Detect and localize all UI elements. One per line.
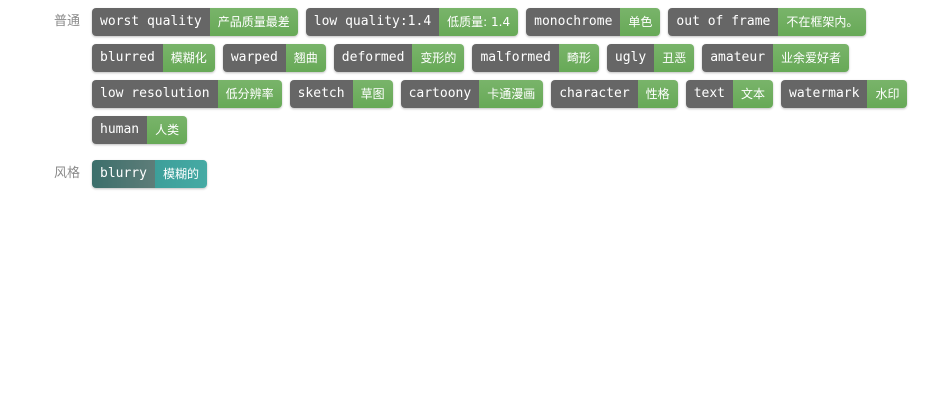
tag-list-style: blurry 模糊的 — [92, 160, 922, 188]
prompt-tag-english: warped — [222, 44, 286, 72]
prompt-tag-chinese: 性格 — [637, 80, 678, 108]
prompt-tag-english: human — [92, 116, 148, 144]
prompt-tag-english: watermark — [781, 80, 868, 108]
prompt-tag[interactable]: text 文本 — [685, 80, 774, 108]
group-label-style: 风格 — [53, 166, 80, 181]
prompt-tag-english: malformed — [472, 44, 559, 72]
prompt-tag-chinese: 人类 — [147, 116, 188, 144]
prompt-tag-chinese: 不在框架内。 — [778, 8, 867, 36]
prompt-tag[interactable]: blurred 模糊化 — [92, 44, 215, 72]
group-label-general: 普通 — [53, 14, 80, 29]
prompt-tag-english: text — [685, 80, 733, 108]
prompt-tag-chinese: 业余爱好者 — [773, 44, 850, 72]
prompt-tag[interactable]: low quality:1.4 低质量: 1.4 — [305, 8, 519, 36]
prompt-tag[interactable]: cartoony 卡通漫画 — [400, 80, 544, 108]
prompt-tag[interactable]: worst quality 产品质量最差 — [92, 8, 298, 36]
prompt-tag-chinese: 畸形 — [558, 44, 599, 72]
prompt-tag-english: amateur — [702, 44, 774, 72]
prompt-tag[interactable]: watermark 水印 — [781, 80, 908, 108]
prompt-tag[interactable]: ugly 丑恶 — [606, 44, 695, 72]
prompt-tag-chinese: 卡通漫画 — [479, 80, 544, 108]
prompt-tag-chinese: 单色 — [620, 8, 661, 36]
prompt-tag-english: monochrome — [526, 8, 621, 36]
prompt-tag-chinese: 水印 — [867, 80, 908, 108]
prompt-tag-english: out of frame — [668, 8, 779, 36]
prompt-tag-english: deformed — [333, 44, 413, 72]
prompt-tag-english: ugly — [606, 44, 655, 72]
prompt-tag[interactable]: out of frame 不在框架内。 — [668, 8, 867, 36]
prompt-tag-chinese: 产品质量最差 — [209, 8, 298, 36]
prompt-tag-english: low quality:1.4 — [305, 8, 440, 36]
prompt-tag-chinese: 低分辨率 — [217, 80, 282, 108]
prompt-tag[interactable]: character 性格 — [551, 80, 678, 108]
prompt-tag[interactable]: low resolution 低分辨率 — [92, 80, 282, 108]
prompt-tag-english: sketch — [289, 80, 353, 108]
prompt-tag-chinese: 翘曲 — [285, 44, 326, 72]
prompt-tag[interactable]: deformed 变形的 — [333, 44, 465, 72]
prompt-tag[interactable]: amateur 业余爱好者 — [702, 44, 850, 72]
tag-list-general: worst quality 产品质量最差 low quality:1.4 低质量: 1… — [92, 8, 922, 144]
prompt-tag-english: blurred — [92, 44, 163, 72]
prompt-tag-english: character — [551, 80, 638, 108]
prompt-tag-english: low resolution — [92, 80, 218, 108]
prompt-tag-chinese: 丑恶 — [654, 44, 695, 72]
prompt-tag-english: cartoony — [400, 80, 480, 108]
prompt-tag-chinese: 文本 — [733, 80, 774, 108]
prompt-tag-english: worst quality — [92, 8, 210, 36]
prompt-tag[interactable]: human 人类 — [92, 116, 188, 144]
prompt-tag-chinese: 模糊化 — [162, 44, 215, 72]
prompt-tag-chinese: 变形的 — [412, 44, 465, 72]
prompt-tag-chinese: 模糊的 — [154, 160, 207, 188]
prompt-tag[interactable]: sketch 草图 — [289, 80, 393, 108]
prompt-tag[interactable]: malformed 畸形 — [472, 44, 599, 72]
prompt-tag-english: blurry — [92, 160, 155, 188]
prompt-tag[interactable]: monochrome 单色 — [526, 8, 661, 36]
prompt-tag[interactable]: blurry 模糊的 — [92, 160, 207, 188]
prompt-tag-chinese: 低质量: 1.4 — [439, 8, 519, 36]
prompt-tag-chinese: 草图 — [352, 80, 393, 108]
prompt-tag[interactable]: warped 翘曲 — [222, 44, 326, 72]
